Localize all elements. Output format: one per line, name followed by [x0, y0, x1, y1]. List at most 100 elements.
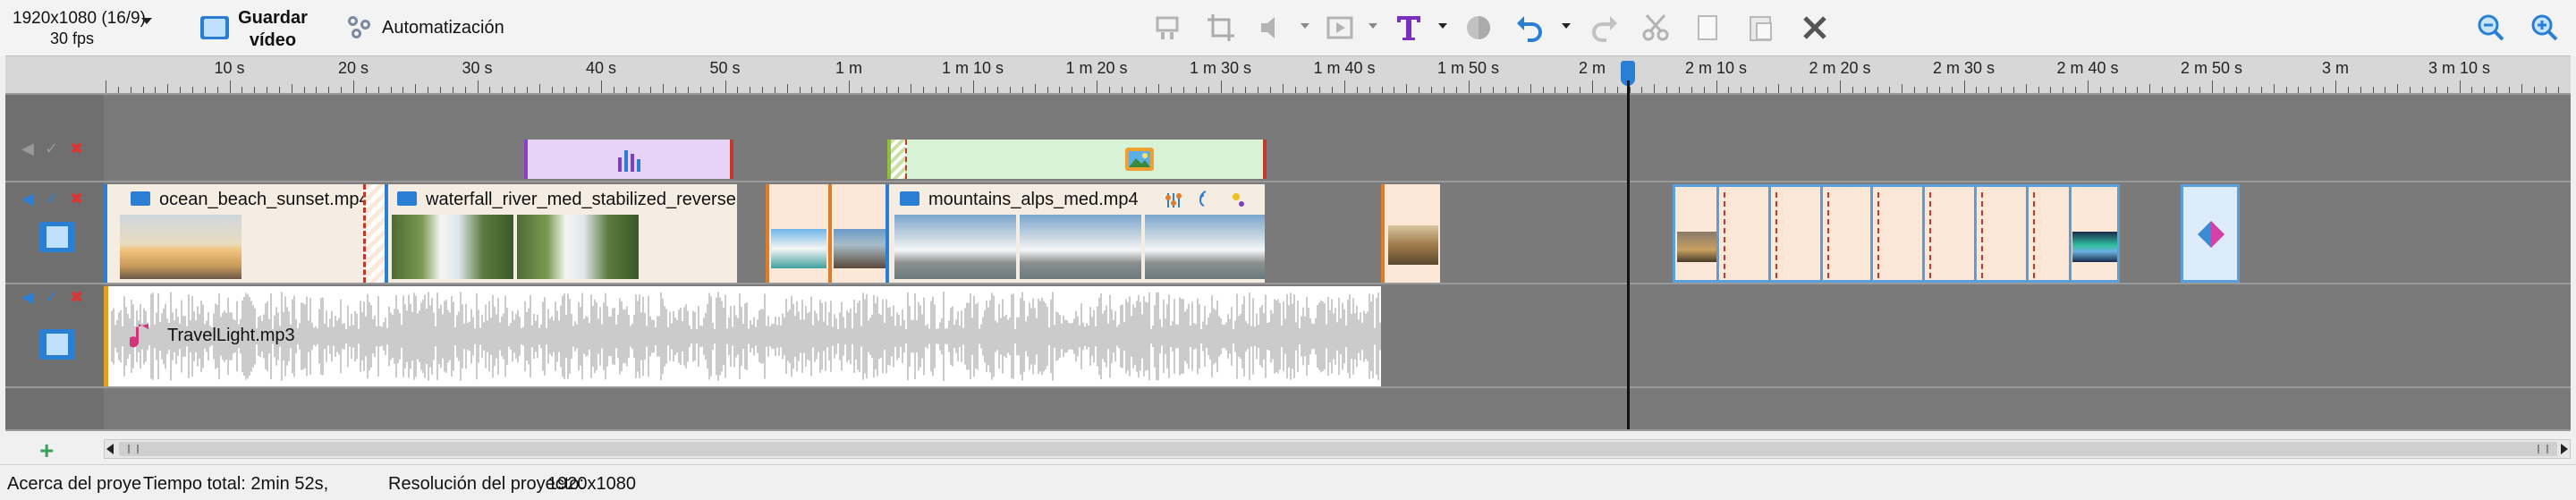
ruler-tick — [1455, 87, 1457, 93]
ruler-tick — [2323, 87, 2325, 93]
ruler-tick — [811, 87, 813, 93]
close-icon[interactable]: ✖ — [70, 288, 83, 306]
ruler-tick — [1765, 87, 1767, 93]
mute-icon[interactable]: ◀ — [21, 140, 34, 157]
lock-icon[interactable]: ✓ — [45, 140, 58, 157]
ruler-tick — [365, 87, 367, 93]
ruler-tick — [1802, 87, 1804, 93]
horizontal-scrollbar[interactable] — [104, 439, 2571, 459]
ruler-label: 20 s — [337, 59, 369, 77]
transition-dropdown-icon[interactable] — [1368, 23, 1377, 29]
image-overlay-clip[interactable] — [887, 140, 1267, 179]
slideshow-clip-group[interactable] — [1673, 184, 2120, 283]
ruler-tick — [353, 81, 354, 93]
mute-icon[interactable]: ◀ — [21, 190, 34, 208]
video-clip-ocean[interactable]: ocean_beach_sunset.mp4 — [104, 184, 363, 283]
ruler-tick — [167, 84, 169, 93]
automation-label: Automatización — [382, 18, 504, 38]
scrollbar-thumb[interactable] — [119, 442, 2557, 456]
save-label-line2: vídeo — [249, 30, 297, 50]
about-project-link[interactable]: Acerca del proye — [7, 474, 141, 495]
video-clip-waterfall[interactable]: waterfall_river_med_stabilized_reverse..… — [388, 184, 737, 283]
ruler-tick — [2137, 87, 2139, 93]
ruler-tick — [2471, 87, 2473, 93]
ruler-tick — [2410, 87, 2411, 93]
track-2-tools: ◀ ✓ ✖ — [21, 190, 97, 208]
add-track-button[interactable]: + — [39, 436, 54, 465]
ruler-tick — [1059, 87, 1061, 93]
paste-icon[interactable] — [1746, 13, 1776, 43]
mute-icon[interactable]: ◀ — [21, 288, 34, 306]
ruler-label: 2 m — [1578, 59, 1606, 77]
save-video-button[interactable]: Guardar vídeo — [197, 4, 313, 52]
ruler-label: 1 m 20 s — [1065, 59, 1128, 77]
ruler-tick — [1852, 87, 1853, 93]
ruler-tick — [191, 87, 193, 93]
ruler-tick — [997, 87, 999, 93]
transition-icon[interactable] — [1326, 13, 1356, 43]
ruler-tick — [1604, 87, 1606, 93]
cut-icon[interactable] — [1640, 13, 1671, 43]
color-icon[interactable] — [1463, 13, 1494, 43]
zoom-in-icon[interactable] — [2529, 13, 2560, 43]
playhead[interactable] — [1627, 81, 1630, 429]
ruler-tick — [1988, 87, 1990, 93]
scroll-right-icon[interactable] — [2561, 444, 2568, 454]
text-icon[interactable] — [1394, 13, 1424, 43]
text-dropdown-icon[interactable] — [1438, 23, 1447, 29]
video-clip-mountains[interactable]: mountains_alps_med.mp4 — [886, 184, 1265, 283]
volume-icon[interactable] — [1258, 13, 1288, 43]
ruler-tick — [1245, 87, 1247, 93]
close-icon[interactable]: ✖ — [70, 190, 83, 208]
ruler-label: 1 m 50 s — [1436, 59, 1500, 77]
ruler-tick — [923, 87, 925, 93]
time-ruler[interactable]: 10 s 20 s 30 s 40 s 50 s 1 m 1 m 10 s 1 m 20 s 1… — [5, 55, 2571, 93]
ruler-tick — [1827, 87, 1829, 93]
scroll-left-icon[interactable] — [106, 444, 114, 454]
ruler-tick — [1914, 87, 1916, 93]
close-icon[interactable]: ✖ — [70, 140, 83, 157]
ruler-tick — [2421, 87, 2423, 93]
ruler-tick — [2211, 81, 2213, 93]
transition-clip[interactable] — [1381, 184, 1440, 283]
ruler-tick — [960, 87, 962, 93]
redo-icon[interactable] — [1589, 13, 1619, 43]
audio-clip[interactable]: TravelLight.mp3 — [104, 286, 1381, 386]
copy-icon[interactable] — [1692, 13, 1723, 43]
ruler-tick — [2001, 87, 2003, 93]
transition-clip[interactable] — [766, 184, 828, 283]
ruler-tick — [2459, 81, 2461, 93]
ruler-tick — [2484, 87, 2486, 93]
transition-clip[interactable] — [363, 184, 388, 283]
timeline-tracks[interactable]: ocean_beach_sunset.mp4 waterfall_river_m… — [104, 93, 2571, 429]
ruler-tick — [1195, 87, 1197, 93]
ruler-tick — [2347, 87, 2349, 93]
undo-icon[interactable] — [1515, 13, 1546, 43]
ruler-tick — [947, 87, 949, 93]
ruler-label: 50 s — [709, 59, 741, 77]
lock-icon[interactable]: ✓ — [45, 190, 58, 208]
ruler-tick — [415, 84, 417, 93]
ruler-tick — [2521, 84, 2522, 93]
transition-clip[interactable] — [828, 184, 886, 283]
lock-icon[interactable]: ✓ — [45, 288, 58, 306]
ruler-tick — [1753, 87, 1755, 93]
undo-dropdown-icon[interactable] — [1562, 23, 1571, 29]
crop-icon[interactable] — [1206, 13, 1236, 43]
zoom-out-icon[interactable] — [2476, 13, 2506, 43]
volume-dropdown-icon[interactable] — [1301, 23, 1309, 29]
ruler-tick — [1208, 87, 1209, 93]
effect-clip[interactable] — [524, 140, 733, 179]
ruler-tick — [2298, 87, 2300, 93]
ruler-tick — [1678, 87, 1680, 93]
clip-title: waterfall_river_med_stabilized_reverse..… — [426, 190, 737, 209]
split-icon[interactable] — [1154, 13, 1184, 43]
ruler-tick — [1666, 87, 1668, 93]
thumbnail — [771, 229, 826, 268]
chevron-down-icon[interactable] — [141, 18, 152, 24]
ruler-tick — [712, 87, 714, 93]
delete-icon[interactable] — [1800, 13, 1830, 43]
ruler-tick — [786, 84, 788, 93]
shape-clip[interactable] — [2181, 184, 2240, 283]
ruler-label: 1 m — [835, 59, 863, 77]
